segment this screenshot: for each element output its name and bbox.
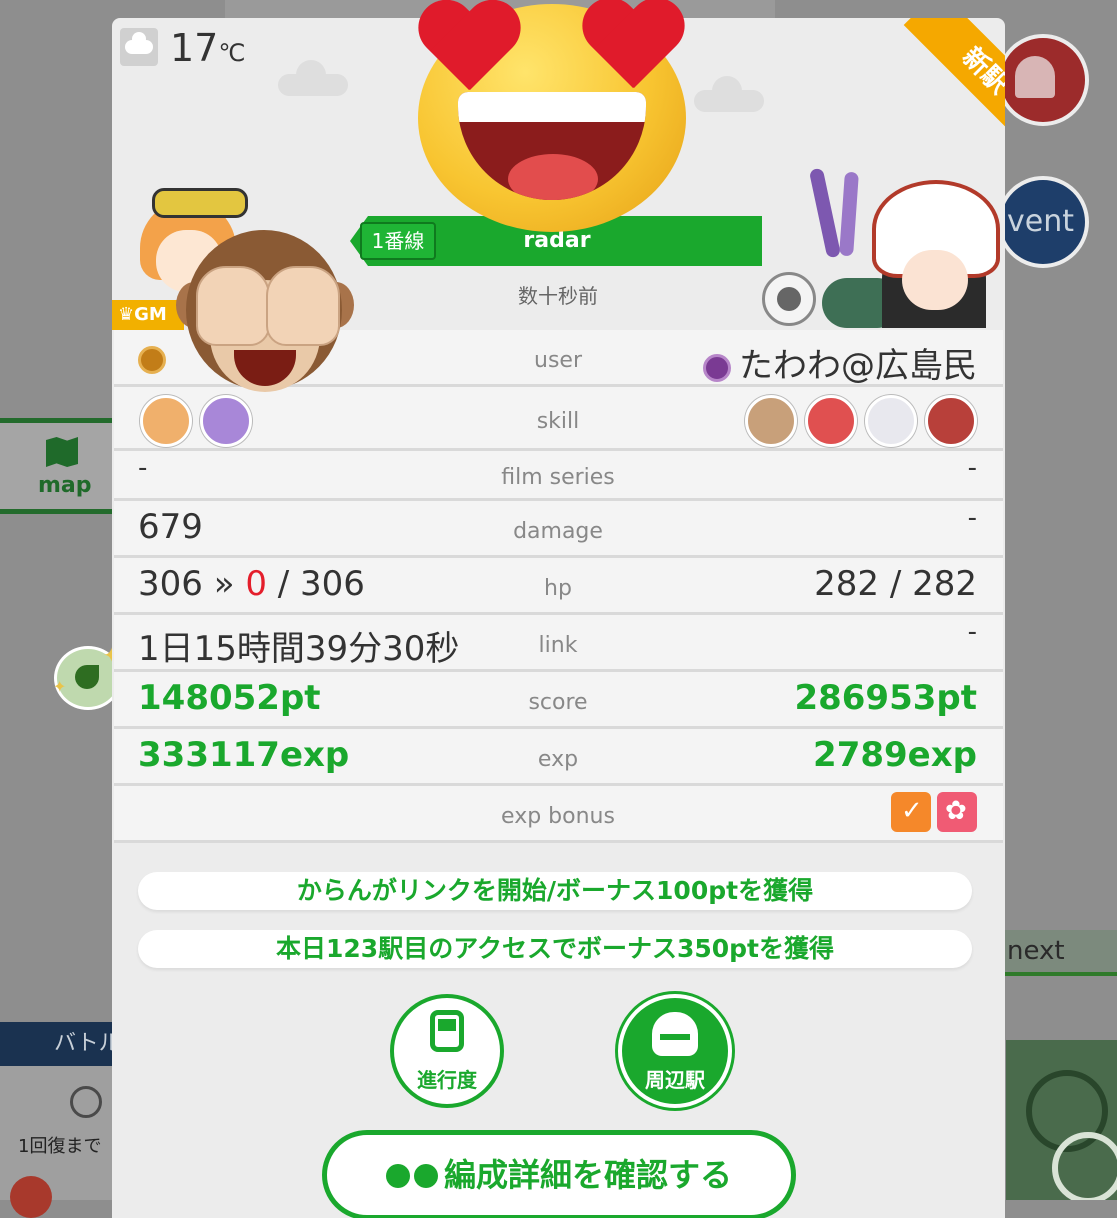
map-icon [46,437,78,467]
row-label: score [528,690,588,715]
row-film-series: - film series - [114,451,1003,501]
see-no-evil-monkey-emoji [176,226,354,404]
row-label: link [538,633,578,658]
formation-detail-button[interactable]: 編成詳細を確認する [322,1130,796,1218]
map-tab[interactable]: map [0,418,114,514]
skill-avatar[interactable] [865,395,917,447]
new-station-ribbon: 新駅 [855,18,1005,168]
station-icon [652,1012,698,1056]
exp-left: 333117exp [138,735,350,775]
time-ago: 数十秒前 [518,284,598,308]
decor-cloud [694,76,764,112]
battle-header: バトル [0,1022,112,1066]
film-series-left: - [138,453,148,483]
bonus-message: からんがリンクを開始/ボーナス100ptを獲得 [138,872,972,910]
event-label: vent [1007,204,1074,239]
link-left: 1日15時間39分30秒 [138,629,460,669]
train-icon [430,1010,464,1052]
line-number-tag: 1番線 [360,222,436,260]
dragon-character-art [1006,1040,1117,1200]
red-icon [10,1176,52,1218]
map-label: map [38,473,92,498]
detail-label: 編成詳細を確認する [443,1156,732,1194]
notification-button[interactable] [997,34,1089,126]
bell-icon [1015,56,1055,98]
nearby-stations-button[interactable]: 周辺駅 [618,994,732,1108]
damage-right: - [967,503,977,533]
user-right[interactable]: たわわ@広島民 [703,338,977,387]
row-score: 148052pt score 286953pt [114,672,1003,729]
skill-avatars-right [745,395,977,447]
nearby-label: 周辺駅 [645,1068,705,1092]
exp-bonus-icons [885,792,977,841]
progress-button[interactable]: 進行度 [390,994,504,1108]
heart-icon [414,2,524,102]
row-exp: 333117exp exp 2789exp [114,729,1003,786]
row-hp: 306 » 0 / 306 hp 282 / 282 [114,558,1003,615]
train-pair-icon [385,1164,442,1190]
user-icon [703,353,731,382]
hp-left: 306 » 0 / 306 [138,564,365,604]
radio-button[interactable] [70,1086,102,1118]
next-button[interactable]: next [1005,930,1117,976]
row-label: damage [513,519,603,544]
heart-icon [578,0,688,100]
weather-cloud-icon [120,28,158,66]
row-label: film series [501,465,615,490]
exp-right: 2789exp [813,735,977,775]
opponent-character-right[interactable] [802,167,1005,328]
battle-panel: 1回復まで [0,1066,112,1218]
recover-text: 1回復まで [18,1136,102,1157]
next-label: next [1007,936,1065,966]
comparison-table: user たわわ@広島民 skill - film series - 679 d… [114,330,1003,843]
decor-cloud [278,60,348,96]
sparkle-icon: ✦ [53,677,67,696]
score-left: 148052pt [138,678,321,718]
link-right: - [967,617,977,647]
skill-avatar[interactable] [805,395,857,447]
damage-left: 679 [138,507,203,547]
user-left[interactable] [138,338,174,378]
row-link: 1日15時間39分30秒 link - [114,615,1003,672]
user-icon [138,345,166,374]
hp-right: 282 / 282 [814,564,977,604]
row-exp-bonus: exp bonus [114,786,1003,843]
eye-icon[interactable] [762,272,816,326]
row-label: exp [537,747,579,772]
leaf-icon [75,665,99,689]
film-series-right: - [967,453,977,483]
row-label: skill [536,409,580,434]
new-station-badge: 新駅 [903,18,1005,153]
gm-badge: ♛GM [112,300,184,330]
temperature: 17℃ [170,26,246,70]
battle-label: バトル [54,1031,112,1056]
skill-avatar[interactable] [745,395,797,447]
bonus-flower-icon[interactable] [937,792,977,832]
bonus-check-icon[interactable] [891,792,931,832]
event-button[interactable]: vent [997,176,1089,268]
progress-label: 進行度 [417,1068,477,1092]
skill-avatar[interactable] [925,395,977,447]
row-label: user [534,348,582,373]
bonus-message: 本日123駅目のアクセスでボーナス350ptを獲得 [138,930,972,968]
swirl-pattern [1052,1132,1117,1200]
score-right: 286953pt [794,678,977,718]
row-label: hp [544,576,572,601]
row-label: exp bonus [501,804,615,829]
row-damage: 679 damage - [114,501,1003,558]
